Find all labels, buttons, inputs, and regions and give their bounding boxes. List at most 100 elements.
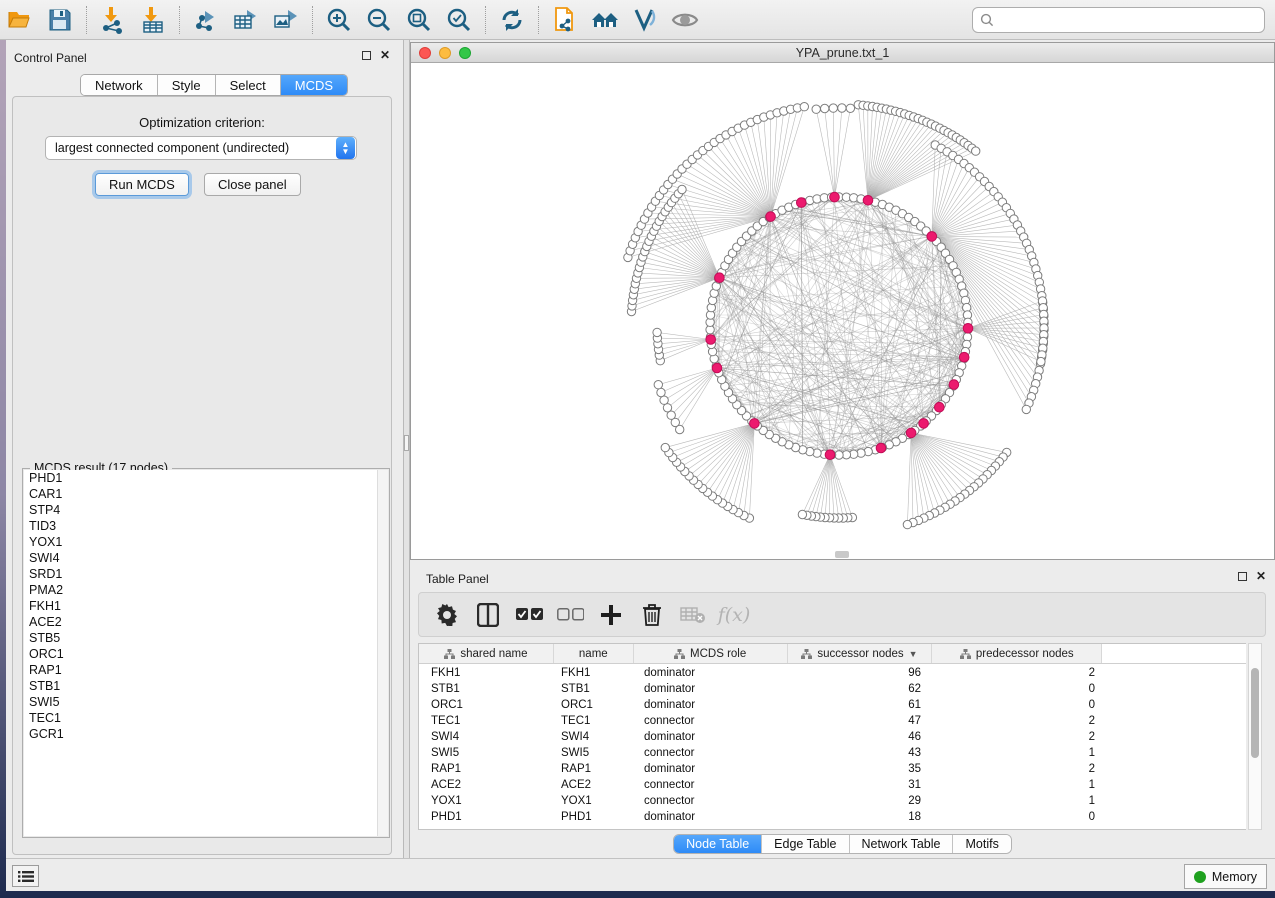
table-scrollbar-thumb[interactable] — [1251, 668, 1259, 758]
network-window-titlebar[interactable]: YPA_prune.txt_1 — [411, 43, 1274, 63]
toggle-columns-icon[interactable] — [474, 601, 502, 629]
float-window-icon[interactable] — [362, 51, 371, 60]
table-row[interactable]: ORC1ORC1dominator610 — [419, 697, 1246, 713]
mcds-result-item[interactable]: CAR1 — [24, 486, 377, 502]
column-header-predecessor-nodes[interactable]: predecessor nodes — [932, 644, 1102, 663]
open-file-icon[interactable] — [5, 5, 35, 35]
network-canvas[interactable] — [411, 64, 1274, 559]
mcds-result-item[interactable]: TID3 — [24, 518, 377, 534]
float-table-panel-icon[interactable] — [1238, 572, 1247, 581]
cell-successor-nodes: 47 — [788, 713, 933, 729]
table-row[interactable]: FKH1FKH1dominator962 — [419, 665, 1246, 681]
mcds-result-item[interactable]: STP4 — [24, 502, 377, 518]
export-network-icon[interactable] — [191, 5, 221, 35]
mcds-result-item[interactable]: SWI5 — [24, 694, 377, 710]
save-session-icon[interactable] — [45, 5, 75, 35]
tab-node-table[interactable]: Node Table — [674, 835, 762, 853]
mcds-result-item[interactable]: RAP1 — [24, 662, 377, 678]
cell-MCDS-role: dominator — [634, 681, 788, 697]
cell-name: RAP1 — [554, 761, 634, 777]
table-row[interactable]: SWI5SWI5connector431 — [419, 745, 1246, 761]
mcds-result-item[interactable]: YOX1 — [24, 534, 377, 550]
table-row[interactable]: ACE2ACE2connector311 — [419, 777, 1246, 793]
mcds-list-scrollbar[interactable] — [377, 470, 388, 836]
import-table-icon[interactable] — [138, 5, 168, 35]
column-type-icon — [960, 649, 971, 659]
dropdown-stepper-icon: ▲▼ — [336, 137, 355, 159]
cell-MCDS-role: dominator — [634, 665, 788, 681]
tab-motifs[interactable]: Motifs — [953, 835, 1010, 853]
panel-divider[interactable] — [403, 40, 410, 858]
export-table-icon[interactable] — [231, 5, 261, 35]
control-panel-title: Control Panel — [14, 51, 87, 65]
mcds-result-item[interactable]: STB1 — [24, 678, 377, 694]
run-mcds-button[interactable]: Run MCDS — [95, 173, 189, 196]
show-graphics-details-icon[interactable] — [670, 5, 700, 35]
mcds-result-item[interactable]: GCR1 — [24, 726, 377, 742]
zoom-in-icon[interactable] — [324, 5, 354, 35]
column-header-filler — [1102, 644, 1246, 663]
close-panel-button[interactable]: Close panel — [204, 173, 301, 196]
mcds-result-item[interactable]: ACE2 — [24, 614, 377, 630]
cell-name: FKH1 — [554, 665, 634, 681]
optimization-criterion-label: Optimization criterion: — [13, 115, 391, 130]
mcds-result-item[interactable]: SRD1 — [24, 566, 377, 582]
table-row[interactable]: PHD1PHD1dominator180 — [419, 809, 1246, 825]
criterion-dropdown[interactable]: largest connected component (undirected)… — [45, 136, 357, 160]
tab-select[interactable]: Select — [216, 75, 281, 95]
mcds-result-list[interactable]: PHD1CAR1STP4TID3YOX1SWI4SRD1PMA2FKH1ACE2… — [24, 470, 377, 836]
deselect-all-rows-icon[interactable] — [556, 601, 584, 629]
select-all-rows-icon[interactable] — [515, 601, 543, 629]
cell-name: SWI5 — [554, 745, 634, 761]
table-row[interactable]: RAP1RAP1dominator352 — [419, 761, 1246, 777]
zoom-fit-icon[interactable] — [404, 5, 434, 35]
column-header-successor-nodes[interactable]: successor nodes▼ — [788, 644, 933, 663]
mcds-result-item[interactable]: ORC1 — [24, 646, 377, 662]
tab-network[interactable]: Network — [81, 75, 158, 95]
table-row[interactable]: SWI4SWI4dominator462 — [419, 729, 1246, 745]
table-scrollbar[interactable] — [1248, 643, 1262, 830]
cell-successor-nodes: 18 — [788, 809, 933, 825]
network-graph[interactable] — [411, 64, 1274, 559]
mcds-result-group: MCDS result (17 nodes) PHD1CAR1STP4TID3Y… — [22, 468, 390, 838]
search-field[interactable] — [972, 7, 1265, 33]
tab-mcds[interactable]: MCDS — [281, 75, 347, 95]
export-image-icon[interactable] — [271, 5, 301, 35]
cell-shared-name: PHD1 — [419, 809, 554, 825]
canvas-hscroll-thumb[interactable] — [835, 551, 849, 558]
function-builder-icon: f(x) — [720, 601, 748, 629]
import-network-icon[interactable] — [98, 5, 128, 35]
table-toolbar: f(x) — [418, 592, 1266, 637]
table-row[interactable]: TEC1TEC1connector472 — [419, 713, 1246, 729]
table-row[interactable]: YOX1YOX1connector291 — [419, 793, 1246, 809]
mcds-result-item[interactable]: STB5 — [24, 630, 377, 646]
table-settings-gear-icon[interactable] — [433, 601, 461, 629]
tab-edge-table[interactable]: Edge Table — [762, 835, 849, 853]
zoom-out-icon[interactable] — [364, 5, 394, 35]
column-header-MCDS-role[interactable]: MCDS role — [634, 644, 788, 663]
table-row[interactable]: STB1STB1dominator620 — [419, 681, 1246, 697]
close-table-panel-icon[interactable]: ✕ — [1256, 571, 1266, 581]
mcds-result-item[interactable]: PHD1 — [24, 470, 377, 486]
divider-handle[interactable] — [404, 435, 409, 451]
search-input[interactable] — [994, 13, 1257, 27]
delete-column-icon[interactable] — [638, 601, 666, 629]
new-network-from-file-icon[interactable] — [550, 5, 580, 35]
home-apps-icon[interactable] — [590, 5, 620, 35]
column-header-shared-name[interactable]: shared name — [419, 644, 554, 663]
task-history-button[interactable] — [12, 865, 39, 887]
add-column-icon[interactable] — [597, 601, 625, 629]
mcds-result-item[interactable]: FKH1 — [24, 598, 377, 614]
memory-button[interactable]: Memory — [1184, 864, 1267, 889]
column-header-name[interactable]: name — [554, 644, 634, 663]
table-rows[interactable]: FKH1FKH1dominator962STB1STB1dominator620… — [419, 665, 1246, 829]
hide-details-icon[interactable] — [630, 5, 660, 35]
tab-network-table[interactable]: Network Table — [850, 835, 954, 853]
zoom-selected-icon[interactable] — [444, 5, 474, 35]
close-panel-icon[interactable]: ✕ — [380, 50, 390, 60]
tab-style[interactable]: Style — [158, 75, 216, 95]
mcds-result-item[interactable]: TEC1 — [24, 710, 377, 726]
refresh-icon[interactable] — [497, 5, 527, 35]
mcds-result-item[interactable]: SWI4 — [24, 550, 377, 566]
mcds-result-item[interactable]: PMA2 — [24, 582, 377, 598]
